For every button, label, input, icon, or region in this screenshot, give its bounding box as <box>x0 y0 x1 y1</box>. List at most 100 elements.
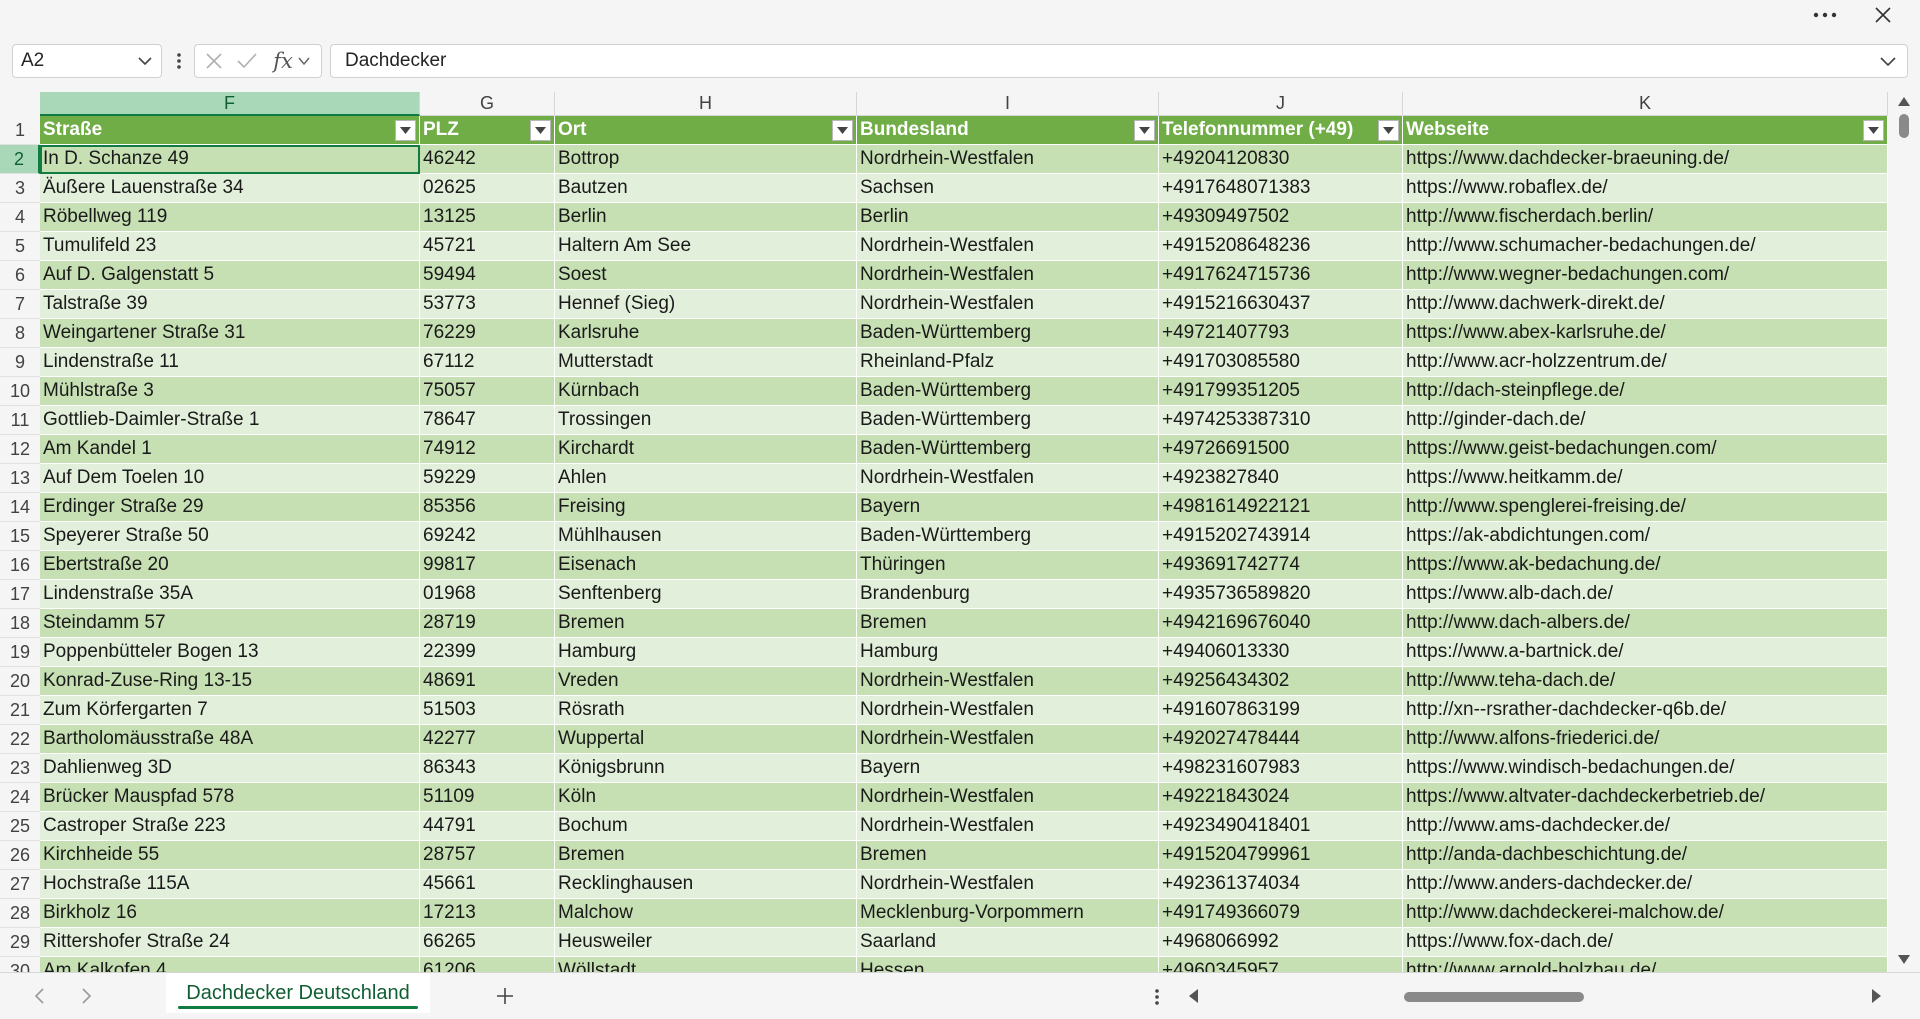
table-cell[interactable]: In D. Schanze 49 <box>40 145 420 174</box>
filter-dropdown-button[interactable] <box>1863 120 1884 141</box>
filter-dropdown-button[interactable] <box>1378 120 1399 141</box>
table-cell[interactable]: +4942169676040 <box>1159 609 1403 638</box>
table-cell[interactable]: Lindenstraße 35A <box>40 580 420 609</box>
table-cell[interactable]: 66265 <box>420 928 555 957</box>
table-cell[interactable]: Weingartener Straße 31 <box>40 319 420 348</box>
table-cell[interactable]: Bottrop <box>555 145 857 174</box>
table-cell[interactable]: Kürnbach <box>555 377 857 406</box>
table-cell[interactable]: Nordrhein-Westfalen <box>857 812 1159 841</box>
table-cell[interactable]: Ahlen <box>555 464 857 493</box>
row-header[interactable]: 21 <box>0 696 40 725</box>
table-cell[interactable]: Rittershofer Straße 24 <box>40 928 420 957</box>
table-cell[interactable]: Baden-Württemberg <box>857 435 1159 464</box>
name-box[interactable]: A2 <box>12 44 162 78</box>
table-cell[interactable]: +4974253387310 <box>1159 406 1403 435</box>
table-cell[interactable]: http://www.wegner-bedachungen.com/ <box>1403 261 1888 290</box>
table-cell[interactable]: Zum Körfergarten 7 <box>40 696 420 725</box>
table-cell[interactable]: Bochum <box>555 812 857 841</box>
table-cell[interactable]: http://www.fischerdach.berlin/ <box>1403 203 1888 232</box>
horizontal-scrollbar[interactable] <box>1210 992 1870 1002</box>
table-cell[interactable]: +4915216630437 <box>1159 290 1403 319</box>
add-sheet-button[interactable] <box>490 981 520 1011</box>
table-cell[interactable]: 28719 <box>420 609 555 638</box>
table-header-cell[interactable]: Ort <box>555 116 857 145</box>
table-cell[interactable]: Bremen <box>555 841 857 870</box>
table-cell[interactable]: http://xn--rsrather-dachdecker-q6b.de/ <box>1403 696 1888 725</box>
table-cell[interactable]: Am Kalkofen 4 <box>40 957 420 972</box>
table-cell[interactable]: Königsbrunn <box>555 754 857 783</box>
table-cell[interactable]: +4917648071383 <box>1159 174 1403 203</box>
vertical-scroll-thumb[interactable] <box>1899 114 1909 138</box>
row-header[interactable]: 29 <box>0 928 40 957</box>
table-cell[interactable]: Speyerer Straße 50 <box>40 522 420 551</box>
row-header[interactable]: 11 <box>0 406 40 435</box>
table-cell[interactable]: http://www.anders-dachdecker.de/ <box>1403 870 1888 899</box>
insert-function-button[interactable]: fx <box>265 45 319 77</box>
row-header[interactable]: 24 <box>0 783 40 812</box>
table-cell[interactable]: Kirchheide 55 <box>40 841 420 870</box>
table-cell[interactable]: Gottlieb-Daimler-Straße 1 <box>40 406 420 435</box>
table-cell[interactable]: Nordrhein-Westfalen <box>857 145 1159 174</box>
table-cell[interactable]: https://www.a-bartnick.de/ <box>1403 638 1888 667</box>
table-cell[interactable]: +4960345957 <box>1159 957 1403 972</box>
table-cell[interactable]: Hessen <box>857 957 1159 972</box>
table-cell[interactable]: 69242 <box>420 522 555 551</box>
column-header-h[interactable]: H <box>555 92 857 116</box>
table-cell[interactable]: +49221843024 <box>1159 783 1403 812</box>
table-cell[interactable]: +492361374034 <box>1159 870 1403 899</box>
table-cell[interactable]: http://www.spenglerei-freising.de/ <box>1403 493 1888 522</box>
table-cell[interactable]: Bremen <box>555 609 857 638</box>
table-cell[interactable]: Nordrhein-Westfalen <box>857 464 1159 493</box>
table-cell[interactable]: 28757 <box>420 841 555 870</box>
table-cell[interactable]: Baden-Württemberg <box>857 522 1159 551</box>
table-cell[interactable]: Freising <box>555 493 857 522</box>
table-cell[interactable]: Karlsruhe <box>555 319 857 348</box>
table-cell[interactable]: http://www.arnold-holzbau.de/ <box>1403 957 1888 972</box>
table-cell[interactable]: Senftenberg <box>555 580 857 609</box>
table-cell[interactable]: +4981614922121 <box>1159 493 1403 522</box>
table-cell[interactable]: 74912 <box>420 435 555 464</box>
table-cell[interactable]: https://www.altvater-dachdeckerbetrieb.d… <box>1403 783 1888 812</box>
table-cell[interactable]: 67112 <box>420 348 555 377</box>
table-cell[interactable]: http://anda-dachbeschichtung.de/ <box>1403 841 1888 870</box>
previous-sheet-button[interactable] <box>24 983 54 1009</box>
row-header[interactable]: 19 <box>0 638 40 667</box>
table-cell[interactable]: Bayern <box>857 754 1159 783</box>
table-cell[interactable]: Baden-Württemberg <box>857 377 1159 406</box>
table-cell[interactable]: Baden-Württemberg <box>857 406 1159 435</box>
row-header[interactable]: 27 <box>0 870 40 899</box>
table-cell[interactable]: Nordrhein-Westfalen <box>857 290 1159 319</box>
table-cell[interactable]: +49256434302 <box>1159 667 1403 696</box>
table-cell[interactable]: +4915204799961 <box>1159 841 1403 870</box>
table-cell[interactable]: Talstraße 39 <box>40 290 420 319</box>
table-cell[interactable]: Am Kandel 1 <box>40 435 420 464</box>
table-cell[interactable]: Kirchardt <box>555 435 857 464</box>
table-cell[interactable]: Recklinghausen <box>555 870 857 899</box>
filter-dropdown-button[interactable] <box>832 120 853 141</box>
row-header[interactable]: 8 <box>0 319 40 348</box>
table-cell[interactable]: +49309497502 <box>1159 203 1403 232</box>
table-cell[interactable]: Äußere Lauenstraße 34 <box>40 174 420 203</box>
table-cell[interactable]: Röbellweg 119 <box>40 203 420 232</box>
table-cell[interactable]: Steindamm 57 <box>40 609 420 638</box>
table-cell[interactable]: 01968 <box>420 580 555 609</box>
table-cell[interactable]: Saarland <box>857 928 1159 957</box>
table-cell[interactable]: Soest <box>555 261 857 290</box>
table-cell[interactable]: +4915202743914 <box>1159 522 1403 551</box>
table-header-cell[interactable]: Straße <box>40 116 420 145</box>
table-cell[interactable]: http://www.dach-albers.de/ <box>1403 609 1888 638</box>
table-cell[interactable]: http://www.schumacher-bedachungen.de/ <box>1403 232 1888 261</box>
table-cell[interactable]: +49204120830 <box>1159 145 1403 174</box>
table-cell[interactable]: +493691742774 <box>1159 551 1403 580</box>
table-cell[interactable]: 86343 <box>420 754 555 783</box>
row-header[interactable]: 10 <box>0 377 40 406</box>
table-cell[interactable]: Konrad-Zuse-Ring 13-15 <box>40 667 420 696</box>
table-cell[interactable]: 42277 <box>420 725 555 754</box>
table-cell[interactable]: https://ak-abdichtungen.com/ <box>1403 522 1888 551</box>
table-cell[interactable]: Mutterstadt <box>555 348 857 377</box>
table-cell[interactable]: +491749366079 <box>1159 899 1403 928</box>
column-header-i[interactable]: I <box>857 92 1159 116</box>
row-header[interactable]: 25 <box>0 812 40 841</box>
table-cell[interactable]: Wuppertal <box>555 725 857 754</box>
table-cell[interactable]: http://www.dachdeckerei-malchow.de/ <box>1403 899 1888 928</box>
